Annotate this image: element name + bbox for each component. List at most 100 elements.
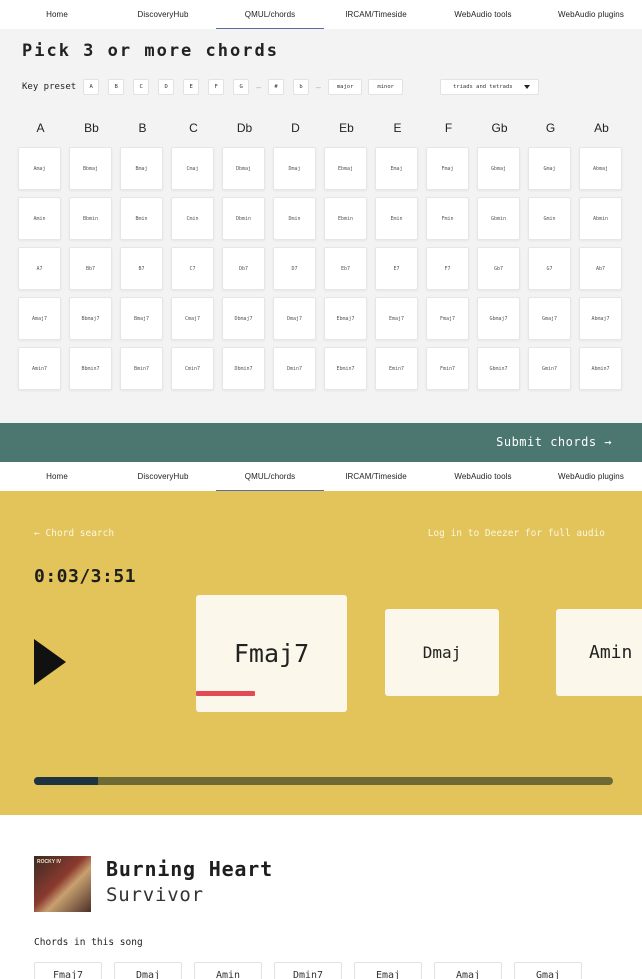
nav-home[interactable]: Home [30, 0, 84, 29]
chord-cell[interactable]: Cmin [171, 197, 214, 240]
chord-cell[interactable]: Dbmin [222, 197, 265, 240]
root-headers: A Bb B C Db D Eb E F Gb G Ab [15, 121, 627, 135]
chord-cell[interactable]: Ebmin7 [324, 347, 367, 390]
chord-cell[interactable]: Dmin [273, 197, 316, 240]
chord-cell[interactable]: Emaj7 [375, 297, 418, 340]
chord-cell[interactable]: Bbmin [69, 197, 112, 240]
chord-cell[interactable]: E7 [375, 247, 418, 290]
root-header: Gb [491, 121, 508, 135]
key-button-a[interactable]: A [83, 79, 100, 95]
chord-cell[interactable]: Abmaj [579, 147, 622, 190]
chord-cell[interactable]: F7 [426, 247, 469, 290]
nav-webaudio-plugins[interactable]: WebAudio plugins [548, 0, 634, 29]
key-button-f[interactable]: F [208, 79, 225, 95]
chord-cell[interactable]: A7 [18, 247, 61, 290]
song-chord-chip[interactable]: Amaj [434, 962, 502, 979]
nav-webaudio-tools[interactable]: WebAudio tools [446, 462, 520, 491]
chord-cell[interactable]: Bbmin7 [69, 347, 112, 390]
chord-cell[interactable]: Dbmin7 [222, 347, 265, 390]
chord-cell[interactable]: Gbmin [477, 197, 520, 240]
chord-cell[interactable]: G7 [528, 247, 571, 290]
chord-cell[interactable]: Dmaj7 [273, 297, 316, 340]
chord-cell[interactable]: Fmin7 [426, 347, 469, 390]
chord-cell[interactable]: Emin7 [375, 347, 418, 390]
chord-cell[interactable]: Gbmaj7 [477, 297, 520, 340]
root-header: C [189, 121, 198, 135]
chord-cell[interactable]: Abmin [579, 197, 622, 240]
flat-button[interactable]: b [293, 79, 310, 95]
root-header: A [36, 121, 45, 135]
nav-webaudio-plugins[interactable]: WebAudio plugins [548, 462, 634, 491]
deezer-login-link[interactable]: Log in to Deezer for full audio [428, 528, 605, 539]
key-button-b[interactable]: B [108, 79, 125, 95]
chord-cell[interactable]: Amaj7 [18, 297, 61, 340]
chord-cell[interactable]: Dbmaj [222, 147, 265, 190]
chord-cell[interactable]: Dmaj [273, 147, 316, 190]
chord-cell[interactable]: Cmaj7 [171, 297, 214, 340]
chord-cell[interactable]: Abmaj7 [579, 297, 622, 340]
chord-cell[interactable]: Bbmaj7 [69, 297, 112, 340]
chord-cell[interactable]: Ebmaj [324, 147, 367, 190]
nav-qmul-chords[interactable]: QMUL/chords [216, 462, 324, 491]
chord-cell[interactable]: Gmin [528, 197, 571, 240]
chord-cell[interactable]: Bbmaj [69, 147, 112, 190]
song-chord-chip[interactable]: Amin [194, 962, 262, 979]
chord-cell[interactable]: Db7 [222, 247, 265, 290]
chord-cell[interactable]: Amaj [18, 147, 61, 190]
chord-cell[interactable]: Amin7 [18, 347, 61, 390]
chord-cell[interactable]: Bmin [120, 197, 163, 240]
nav-discoveryhub[interactable]: DiscoveryHub [118, 462, 208, 491]
chord-cell[interactable]: Fmin [426, 197, 469, 240]
chord-cell[interactable]: D7 [273, 247, 316, 290]
song-chord-chip[interactable]: Gmaj [514, 962, 582, 979]
chord-cell[interactable]: Fmaj [426, 147, 469, 190]
song-chord-chip[interactable]: Dmaj [114, 962, 182, 979]
chord-cell[interactable]: Fmaj7 [426, 297, 469, 340]
song-chord-chip[interactable]: Dmin7 [274, 962, 342, 979]
nav-qmul-chords[interactable]: QMUL/chords [216, 0, 324, 29]
chord-cell[interactable]: C7 [171, 247, 214, 290]
play-icon[interactable] [34, 639, 66, 685]
chord-type-select[interactable]: triads and tetrads [440, 79, 539, 95]
key-button-d[interactable]: D [158, 79, 175, 95]
chord-cell[interactable]: Emaj [375, 147, 418, 190]
major-button[interactable]: major [327, 79, 363, 95]
chord-cell[interactable]: Bmaj7 [120, 297, 163, 340]
nav-webaudio-tools[interactable]: WebAudio tools [446, 0, 520, 29]
nav-ircam-timeside[interactable]: IRCAM/Timeside [336, 0, 416, 29]
chord-cell[interactable]: Gbmaj [477, 147, 520, 190]
chord-cell[interactable]: Amin [18, 197, 61, 240]
minor-button[interactable]: minor [368, 79, 403, 95]
key-button-c[interactable]: C [133, 79, 150, 95]
song-chord-chip[interactable]: Emaj [354, 962, 422, 979]
chord-cell[interactable]: Bmaj [120, 147, 163, 190]
chord-cell[interactable]: Eb7 [324, 247, 367, 290]
chord-cell[interactable]: B7 [120, 247, 163, 290]
chord-cell[interactable]: Cmaj [171, 147, 214, 190]
chord-cell[interactable]: Dbmaj7 [222, 297, 265, 340]
chord-cell[interactable]: Gb7 [477, 247, 520, 290]
chord-cell[interactable]: Gmin7 [528, 347, 571, 390]
nav-home[interactable]: Home [30, 462, 84, 491]
sharp-button[interactable]: # [268, 79, 285, 95]
nav-discoveryhub[interactable]: DiscoveryHub [118, 0, 208, 29]
chord-cell[interactable]: Ebmaj7 [324, 297, 367, 340]
chord-cell[interactable]: Dmin7 [273, 347, 316, 390]
submit-chords-button[interactable]: Submit chords → [496, 435, 612, 449]
key-button-e[interactable]: E [183, 79, 200, 95]
chord-search-link[interactable]: ← Chord search [34, 528, 114, 539]
chord-cell[interactable]: Cmin7 [171, 347, 214, 390]
chord-cell[interactable]: Abmin7 [579, 347, 622, 390]
song-chord-chip[interactable]: Fmaj7 [34, 962, 102, 979]
chord-cell[interactable]: Gmaj [528, 147, 571, 190]
key-button-g[interactable]: G [233, 79, 250, 95]
chord-cell[interactable]: Gmaj7 [528, 297, 571, 340]
chord-cell[interactable]: Gbmin7 [477, 347, 520, 390]
track-progress-bar[interactable] [34, 777, 613, 785]
chord-cell[interactable]: Bb7 [69, 247, 112, 290]
chord-cell[interactable]: Bmin7 [120, 347, 163, 390]
nav-ircam-timeside[interactable]: IRCAM/Timeside [336, 462, 416, 491]
chord-cell[interactable]: Ab7 [579, 247, 622, 290]
chord-cell[interactable]: Ebmin [324, 197, 367, 240]
chord-cell[interactable]: Emin [375, 197, 418, 240]
